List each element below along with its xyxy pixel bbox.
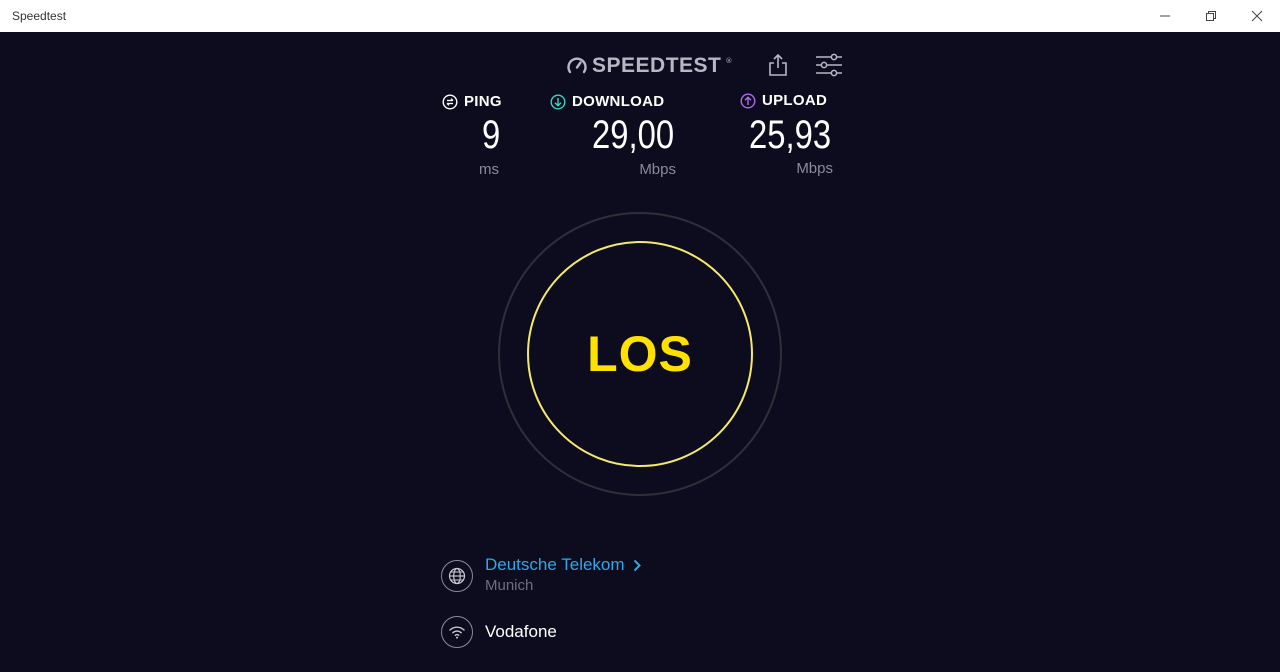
logo-text: SPEEDTEST [592,54,722,77]
globe-icon [448,567,466,585]
minimize-icon [1160,15,1170,17]
ping-icon [442,93,458,110]
upload-metric: UPLOAD [740,92,827,109]
download-value: 29,00 [591,113,674,157]
speedtest-logo: SPEEDTEST ® [566,54,732,78]
go-button-label: LOS [587,326,693,382]
title-bar: Speedtest [0,0,1280,32]
gauge-icon [567,57,587,74]
close-icon [1251,10,1263,22]
server-location: Munich [485,577,534,594]
ping-metric: PING [442,93,502,110]
wifi-icon [449,626,465,639]
download-label: DOWNLOAD [572,93,665,110]
upload-unit: Mbps [796,160,833,177]
chevron-right-icon [633,559,641,571]
window-controls [1142,0,1280,32]
go-button[interactable]: LOS [527,241,753,467]
upload-arrow-icon [740,92,756,109]
close-button[interactable] [1234,0,1280,32]
ping-value: 9 [481,113,500,157]
logo-trademark: ® [725,57,733,65]
settings-button[interactable] [815,53,843,77]
restore-button[interactable] [1188,0,1234,32]
ping-unit: ms [479,161,499,178]
connection-name: Vodafone [485,622,557,641]
minimize-button[interactable] [1142,0,1188,32]
ping-header: PING [442,93,502,110]
restore-icon [1206,11,1216,21]
server-globe-badge [441,560,473,592]
upload-value: 25,93 [748,113,831,157]
connection-wifi-badge [441,616,473,648]
server-provider-name: Deutsche Telekom [485,555,625,574]
ping-label: PING [464,93,502,110]
window-title: Speedtest [12,9,67,23]
server-provider-link[interactable]: Deutsche Telekom [485,555,641,575]
download-unit: Mbps [639,161,676,178]
download-metric: DOWNLOAD [550,93,664,110]
settings-sliders-icon [816,53,842,77]
share-button[interactable] [766,53,790,77]
download-arrow-icon [550,93,566,110]
share-icon [769,53,787,76]
upload-header: UPLOAD [740,92,827,109]
download-header: DOWNLOAD [550,93,664,110]
upload-label: UPLOAD [762,92,828,109]
